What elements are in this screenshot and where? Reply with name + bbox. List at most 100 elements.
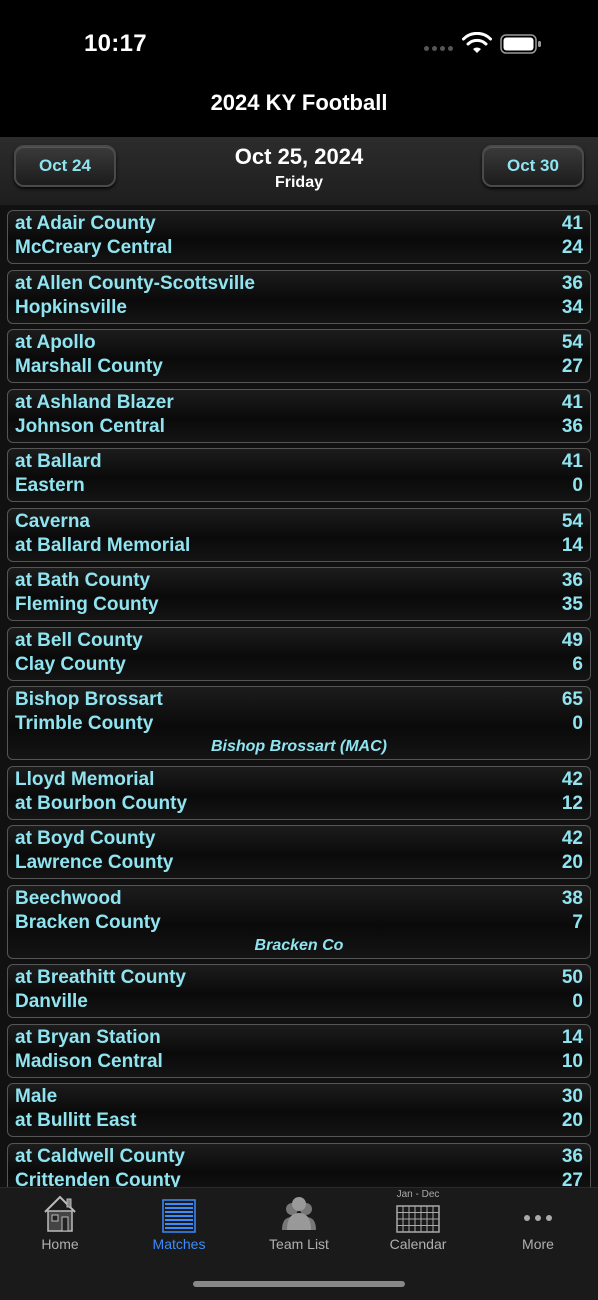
signal-icon (424, 46, 453, 51)
team-name: at Ballard Memorial (15, 534, 191, 556)
tab-more[interactable]: More (478, 1188, 598, 1258)
team-name: at Boyd County (15, 828, 156, 849)
team-name: Clay County (15, 653, 126, 675)
game-card[interactable]: at Apollo 54 Marshall County 27 (7, 329, 591, 383)
team-score: 41 (561, 451, 583, 472)
game-site: Bracken Co (254, 936, 344, 954)
team-score: 30 (561, 1086, 583, 1107)
team-name: Lawrence County (15, 852, 174, 873)
people-icon (282, 1197, 316, 1230)
team-name: at Allen County-Scottsville (15, 272, 255, 294)
game-card[interactable]: at Breathitt County 50 Danville 0 (7, 964, 591, 1018)
tab-calendar-label: Calendar (389, 1236, 447, 1252)
team-score: 41 (561, 213, 583, 234)
team-score: 7 (572, 911, 583, 933)
status-bar: 10:17 (0, 0, 598, 80)
team-name: at Caldwell County (15, 1145, 185, 1167)
game-card[interactable]: at Ashland Blazer 41 Johnson Central 36 (7, 388, 591, 443)
team-score: 38 (561, 887, 583, 909)
team-name: Beechwood (15, 887, 122, 909)
tab-home[interactable]: Home (0, 1188, 120, 1258)
team-score: 42 (561, 768, 583, 790)
team-score: 42 (561, 828, 583, 849)
team-name: at Apollo (15, 332, 96, 353)
game-list[interactable]: at Adair County 41 McCreary Central 24 at Al… (0, 205, 598, 1187)
team-score: 12 (561, 792, 583, 814)
tab-matches-label: Matches (152, 1236, 206, 1252)
date-header: Oct 24 Oct 25, 2024 Friday Oct 30 (0, 137, 598, 205)
team-name: Bracken County (15, 911, 161, 933)
team-name: at Bell County (15, 629, 143, 651)
team-name: at Bourbon County (15, 792, 188, 814)
next-date-button[interactable]: Oct 30 (482, 145, 584, 187)
team-name: at Bryan Station (15, 1026, 161, 1048)
team-score: 35 (561, 594, 583, 615)
game-card[interactable]: Beechwood 38 Bracken County 7 Bracken Co (7, 884, 591, 959)
tab-calendar[interactable]: Jan - Dec Calendar (358, 1188, 478, 1258)
previous-date-button[interactable]: Oct 24 (14, 145, 116, 187)
team-name: Lloyd Memorial (15, 768, 155, 790)
team-name: McCreary Central (15, 237, 173, 258)
game-card[interactable]: at Boyd County 42 Lawrence County 20 (7, 825, 591, 879)
game-card[interactable]: Caverna 54 at Ballard Memorial 14 (7, 507, 591, 562)
team-score: 6 (572, 653, 583, 675)
team-name: Danville (15, 991, 88, 1012)
team-name: Bishop Brossart (15, 689, 163, 710)
team-name: Caverna (15, 510, 90, 532)
game-card[interactable]: at Bryan Station 14 Madison Central 10 (7, 1023, 591, 1078)
game-card[interactable]: at Allen County-Scottsville 36 Hopkinsvill… (7, 269, 591, 324)
team-score: 27 (561, 356, 583, 377)
game-card[interactable]: at Caldwell County 36 Crittenden County 27 (7, 1142, 591, 1188)
team-name: Eastern (15, 475, 85, 496)
home-indicator (193, 1281, 405, 1287)
team-name: Hopkinsville (15, 296, 127, 318)
team-name: Trimble County (15, 713, 154, 734)
tab-team-list[interactable]: Team List (239, 1188, 359, 1258)
calendar-icon (396, 1205, 440, 1233)
team-score: 14 (561, 534, 583, 556)
team-score: 0 (572, 991, 583, 1012)
game-card[interactable]: at Adair County 41 McCreary Central 24 (7, 210, 591, 264)
team-score: 20 (561, 852, 583, 873)
team-score: 34 (561, 296, 583, 318)
team-score: 0 (572, 475, 583, 496)
game-card[interactable]: Male 30 at Bullitt East 20 (7, 1083, 591, 1137)
game-site: Bishop Brossart (MAC) (210, 738, 387, 755)
game-card[interactable]: at Ballard 41 Eastern 0 (7, 448, 591, 502)
team-name: Marshall County (15, 356, 163, 377)
game-card[interactable]: at Bath County 36 Fleming County 35 (7, 567, 591, 621)
team-name: Johnson Central (15, 415, 165, 437)
team-score: 36 (561, 415, 583, 437)
current-date: Oct 25, 2024 (234, 144, 364, 169)
team-score: 36 (561, 272, 583, 294)
tab-home-label: Home (41, 1236, 79, 1252)
team-name: at Breathitt County (15, 967, 186, 988)
team-name: at Adair County (15, 213, 156, 234)
team-score: 10 (561, 1050, 583, 1072)
team-score: 27 (561, 1169, 583, 1188)
team-name: at Bullitt East (15, 1110, 137, 1131)
wifi-icon (462, 32, 492, 53)
house-icon (44, 1195, 76, 1232)
team-score: 41 (561, 391, 583, 413)
team-score: 14 (561, 1026, 583, 1048)
tab-team-list-label: Team List (269, 1236, 329, 1252)
tab-matches[interactable]: Matches (119, 1188, 239, 1258)
team-score: 20 (561, 1110, 583, 1131)
team-score: 50 (561, 967, 583, 988)
team-name: Madison Central (15, 1050, 163, 1072)
team-name: Crittenden County (15, 1169, 181, 1188)
team-score: 24 (561, 237, 583, 258)
game-card[interactable]: at Bell County 49 Clay County 6 (7, 626, 591, 681)
more-icon (524, 1215, 552, 1221)
current-weekday: Friday (274, 174, 323, 191)
list-icon (162, 1199, 196, 1233)
team-name: Fleming County (15, 594, 159, 615)
game-card[interactable]: Bishop Brossart 65 Trimble County 0 Bishop B… (7, 686, 591, 760)
team-score: 49 (561, 629, 583, 651)
battery-icon (500, 34, 541, 54)
tab-more-label: More (522, 1236, 554, 1252)
team-score: 36 (561, 1145, 583, 1167)
game-card[interactable]: Lloyd Memorial 42 at Bourbon County 12 (7, 765, 591, 820)
team-name: at Ballard (15, 451, 102, 472)
